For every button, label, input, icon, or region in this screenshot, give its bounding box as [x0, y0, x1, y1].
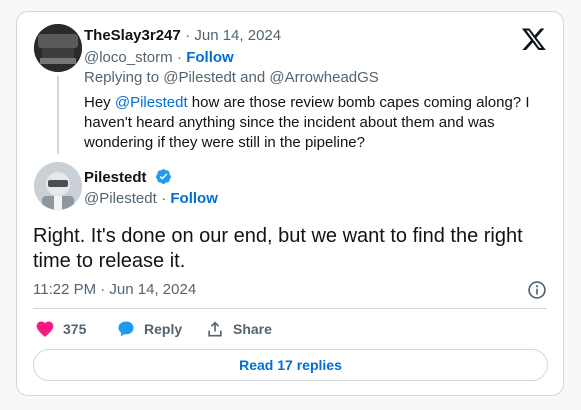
- main-tweet-timestamp[interactable]: 11:22 PM · Jun 14, 2024: [33, 281, 196, 298]
- reply-text-prefix: Hey: [84, 94, 111, 111]
- reply-text-mention[interactable]: @Pilestedt: [115, 94, 188, 111]
- share-icon: [208, 321, 222, 337]
- share-label: Share: [233, 321, 272, 337]
- like-count: 375: [63, 321, 87, 337]
- share-action[interactable]: Share: [205, 319, 272, 339]
- replying-to: Replying to @Pilestedt and @ArrowheadGS: [84, 69, 379, 86]
- main-handle-row: @Pilestedt · Follow: [84, 190, 218, 207]
- x-logo-icon[interactable]: [521, 26, 547, 52]
- like-action[interactable]: 375: [35, 319, 86, 339]
- reply-author-row: TheSlay3r247 · Jun 14, 2024: [84, 27, 282, 44]
- read-replies-button[interactable]: Read 17 replies: [33, 349, 548, 381]
- follow-button-main-author[interactable]: Follow: [170, 190, 218, 207]
- avatar-image: [34, 162, 82, 210]
- main-handle[interactable]: @Pilestedt: [84, 190, 157, 207]
- replying-to-user-1[interactable]: @Pilestedt: [163, 69, 236, 86]
- reply-date[interactable]: Jun 14, 2024: [194, 27, 281, 44]
- avatar-image: [34, 24, 82, 72]
- reply-handle[interactable]: @loco_storm: [84, 49, 173, 66]
- replying-to-user-2[interactable]: @ArrowheadGS: [269, 69, 378, 86]
- thread-connector: [57, 76, 59, 154]
- avatar-pilestedt[interactable]: [34, 162, 82, 210]
- main-author-name[interactable]: Pilestedt: [84, 169, 147, 186]
- reply-author-name[interactable]: TheSlay3r247: [84, 27, 181, 44]
- avatar-theslay3r247[interactable]: [34, 24, 82, 72]
- main-tweet-text: Right. It's done on our end, but we want…: [33, 225, 523, 272]
- reply-handle-row: @loco_storm · Follow: [84, 49, 234, 66]
- reply-action[interactable]: Reply: [116, 319, 182, 339]
- replying-to-and: and: [240, 69, 266, 86]
- info-icon[interactable]: [527, 280, 547, 300]
- replying-to-prefix: Replying to: [84, 69, 160, 86]
- verified-badge-icon: [156, 169, 171, 184]
- reply-bubble-icon: [118, 321, 134, 337]
- tweet-embed-card: TheSlay3r247 · Jun 14, 2024 @loco_storm …: [16, 11, 564, 396]
- reply-text: Hey @Pilestedt how are those review bomb…: [84, 93, 544, 153]
- reply-label: Reply: [144, 321, 183, 337]
- heart-icon: [36, 321, 54, 337]
- follow-button-reply-author[interactable]: Follow: [186, 49, 234, 66]
- main-author-row: Pilestedt: [84, 168, 172, 187]
- divider: [33, 308, 547, 309]
